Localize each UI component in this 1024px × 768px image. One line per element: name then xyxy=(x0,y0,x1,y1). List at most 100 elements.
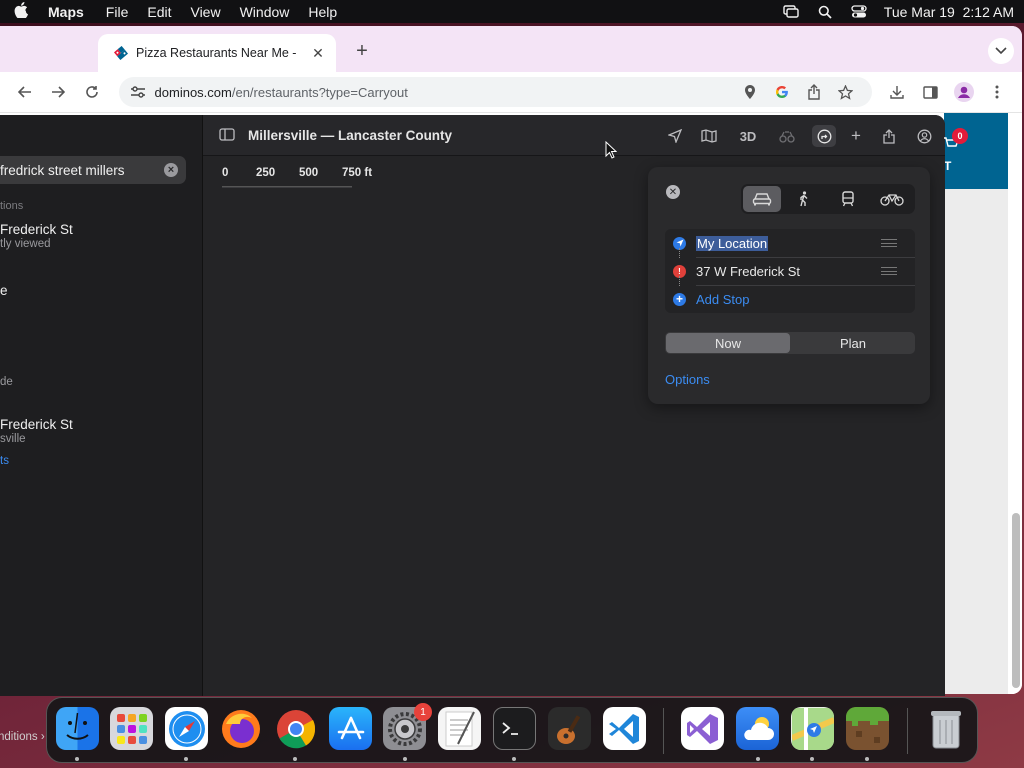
back-arrow-icon[interactable] xyxy=(8,77,42,107)
map-mode-icon[interactable] xyxy=(699,126,719,146)
binoculars-icon[interactable] xyxy=(777,126,797,146)
app-store-icon[interactable] xyxy=(329,707,372,750)
drag-handle-icon[interactable] xyxy=(881,267,897,275)
reload-icon[interactable] xyxy=(75,77,109,107)
menu-app-name[interactable]: Maps xyxy=(48,4,84,20)
search-text: fredrick street millers xyxy=(0,162,125,178)
running-indicator xyxy=(293,757,297,761)
now-button[interactable]: Now xyxy=(666,333,790,353)
launchpad-icon[interactable] xyxy=(110,707,153,750)
sidebar-link[interactable]: ts xyxy=(0,455,9,467)
stop-row-origin[interactable]: My Location xyxy=(665,229,915,257)
forward-arrow-icon[interactable] xyxy=(42,77,76,107)
result-title[interactable]: e xyxy=(0,283,8,298)
weather-icon[interactable] xyxy=(736,707,779,750)
download-icon[interactable] xyxy=(880,77,914,107)
screen-mirroring-icon[interactable] xyxy=(782,5,800,19)
dominos-favicon-icon xyxy=(113,45,129,61)
drive-mode-icon[interactable] xyxy=(743,186,781,212)
maps-share-icon[interactable] xyxy=(879,126,899,146)
directions-icon[interactable] xyxy=(812,125,836,147)
running-indicator xyxy=(184,757,188,761)
share-icon[interactable] xyxy=(798,84,830,100)
maps-sidebar: fredrick street millers × tions Frederic… xyxy=(0,115,203,696)
site-info-icon[interactable] xyxy=(129,85,147,99)
search-clear-icon[interactable]: × xyxy=(164,163,178,177)
maps-search-input[interactable]: fredrick street millers × xyxy=(0,156,186,184)
menu-help[interactable]: Help xyxy=(308,4,337,20)
menu-view[interactable]: View xyxy=(190,4,220,20)
profile-avatar-icon[interactable] xyxy=(947,77,981,107)
browser-toolbar: dominos.com/en/restaurants?type=Carryout xyxy=(0,72,1022,113)
menu-clock[interactable]: Tue Mar 19 2:12 AM xyxy=(884,4,1014,20)
page-scrollbar[interactable] xyxy=(1012,513,1020,688)
add-stop-label[interactable]: Add Stop xyxy=(696,292,750,307)
current-location-icon[interactable] xyxy=(665,126,685,146)
scale-line xyxy=(222,186,352,188)
trash-icon[interactable] xyxy=(924,707,967,750)
options-link[interactable]: Options xyxy=(665,372,710,387)
add-icon[interactable]: + xyxy=(846,126,866,146)
walk-mode-icon[interactable] xyxy=(785,186,823,212)
apple-menu-icon[interactable] xyxy=(14,1,28,22)
browser-tab[interactable]: Pizza Restaurants Near Me - ✕ xyxy=(98,34,336,72)
side-panel-icon[interactable] xyxy=(913,77,947,107)
menu-window[interactable]: Window xyxy=(240,4,290,20)
plan-button[interactable]: Plan xyxy=(791,332,915,354)
location-pin-icon[interactable] xyxy=(734,85,766,99)
running-indicator xyxy=(756,757,760,761)
scale-label: 0 xyxy=(222,167,229,179)
directions-panel: ✕ My Location ! 37 W Frederick St + Add … xyxy=(648,167,930,404)
garageband-icon[interactable] xyxy=(548,707,591,750)
dominos-page-body xyxy=(944,189,1008,694)
origin-label[interactable]: My Location xyxy=(696,235,769,251)
tab-strip: Pizza Restaurants Near Me - ✕ + xyxy=(0,26,1022,72)
bookmark-star-icon[interactable] xyxy=(830,84,862,100)
new-tab-icon[interactable]: + xyxy=(349,38,375,64)
cycle-mode-icon[interactable] xyxy=(873,186,911,212)
vscode-icon[interactable] xyxy=(603,707,646,750)
result-title[interactable]: Frederick St xyxy=(0,417,73,432)
running-indicator xyxy=(512,757,516,761)
dominos-header: T xyxy=(944,113,1008,189)
menu-file[interactable]: File xyxy=(106,4,129,20)
scale-label: 500 xyxy=(299,167,319,179)
chrome-icon[interactable] xyxy=(274,707,317,750)
spotlight-search-icon[interactable] xyxy=(816,5,834,19)
transit-mode-icon[interactable] xyxy=(829,186,867,212)
visual-studio-icon[interactable] xyxy=(681,707,724,750)
firefox-icon[interactable] xyxy=(219,707,262,750)
3d-toggle-button[interactable]: 3D xyxy=(737,126,759,146)
result-title[interactable]: Frederick St xyxy=(0,222,73,237)
mouse-cursor-icon xyxy=(605,140,618,159)
address-bar[interactable]: dominos.com/en/restaurants?type=Carryout xyxy=(118,77,872,107)
textedit-icon[interactable] xyxy=(438,707,481,750)
minecraft-icon[interactable] xyxy=(846,707,889,750)
finder-icon[interactable] xyxy=(56,707,99,750)
safari-icon[interactable] xyxy=(165,707,208,750)
menu-bar: Maps File Edit View Window Help Tue Mar … xyxy=(0,0,1024,23)
control-center-icon[interactable] xyxy=(850,5,868,19)
stop-row-destination[interactable]: ! 37 W Frederick St xyxy=(665,257,915,285)
tab-close-icon[interactable]: ✕ xyxy=(310,45,326,62)
running-indicator xyxy=(810,757,814,761)
destination-label[interactable]: 37 W Frederick St xyxy=(696,264,800,279)
scale-label: 250 xyxy=(256,167,276,179)
map-conditions-link[interactable]: nditions › xyxy=(0,731,45,743)
google-lens-icon[interactable] xyxy=(766,85,798,99)
close-directions-icon[interactable]: ✕ xyxy=(666,185,680,199)
chrome-menu-icon[interactable] xyxy=(980,77,1014,107)
terminal-icon[interactable] xyxy=(493,707,536,750)
running-indicator xyxy=(403,757,407,761)
sidebar-toggle-icon[interactable] xyxy=(219,128,235,142)
dock xyxy=(46,697,978,763)
drag-handle-icon[interactable] xyxy=(881,239,897,247)
add-stop-button[interactable]: + Add Stop xyxy=(665,285,915,313)
menu-edit[interactable]: Edit xyxy=(147,4,171,20)
map-scale: 0 250 500 750 ft xyxy=(222,167,392,191)
map-location-title: Millersville — Lancaster County xyxy=(248,128,453,143)
maps-app-icon[interactable] xyxy=(791,707,834,750)
tab-search-chevron-icon[interactable] xyxy=(988,38,1014,64)
running-indicator xyxy=(865,757,869,761)
account-icon[interactable] xyxy=(914,126,934,146)
